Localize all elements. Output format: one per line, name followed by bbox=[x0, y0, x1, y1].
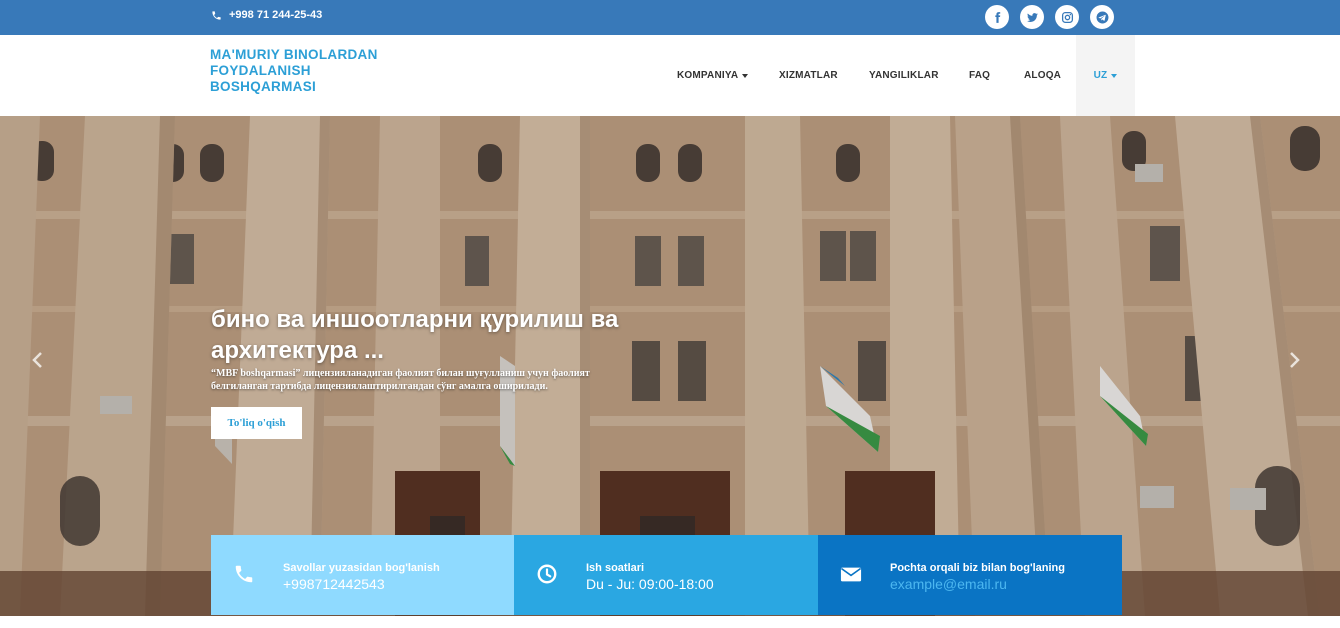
info-box-email-value[interactable]: example@email.ru bbox=[890, 576, 1007, 592]
clock-icon bbox=[537, 564, 557, 584]
info-box-hours-label: Ish soatlari bbox=[586, 562, 645, 574]
slider-prev-arrow[interactable] bbox=[28, 350, 48, 370]
language-selector[interactable]: UZ bbox=[1076, 35, 1135, 116]
nav-item-faq[interactable]: FAQ bbox=[969, 35, 990, 116]
chevron-left-icon bbox=[32, 352, 42, 368]
caret-down-icon bbox=[1111, 73, 1118, 78]
twitter-icon bbox=[1026, 12, 1038, 22]
facebook-link[interactable] bbox=[985, 5, 1009, 29]
main-header: MA'MURIY BINOLARDAN FOYDALANISH BOSHQARM… bbox=[0, 35, 1340, 116]
nav-item-kompaniya[interactable]: KOMPANIYA bbox=[677, 35, 749, 116]
twitter-link[interactable] bbox=[1020, 5, 1044, 29]
telegram-link[interactable] bbox=[1090, 5, 1114, 29]
instagram-link[interactable] bbox=[1055, 5, 1079, 29]
logo-line-1: MA'MURIY BINOLARDAN bbox=[210, 47, 378, 62]
info-box-email: Pochta orqali biz bilan bog'laning examp… bbox=[818, 535, 1122, 615]
envelope-icon bbox=[840, 567, 862, 582]
social-links bbox=[985, 5, 1114, 29]
caret-down-icon bbox=[742, 73, 749, 78]
hero-description: “MBF boshqarmasi” лицензияланадиган фаол… bbox=[211, 368, 590, 392]
hero-title: бино ва иншоотларни қурилиш ва архитекту… bbox=[211, 306, 619, 364]
info-box-contact-label: Savollar yuzasidan bog'lanish bbox=[283, 562, 440, 574]
nav-item-aloqa[interactable]: ALOQA bbox=[1024, 35, 1061, 116]
nav-item-xizmatlar[interactable]: XIZMATLAR bbox=[779, 35, 838, 116]
language-label: UZ bbox=[1093, 70, 1108, 81]
info-box-hours-value: Du - Ju: 09:00-18:00 bbox=[586, 576, 714, 592]
phone-icon bbox=[212, 10, 221, 20]
site-logo[interactable]: MA'MURIY BINOLARDAN FOYDALANISH BOSHQARM… bbox=[210, 47, 400, 95]
nav-item-xizmatlar-label: XIZMATLAR bbox=[779, 70, 838, 81]
info-box-contact-value[interactable]: +998712442543 bbox=[283, 576, 385, 592]
info-box-hours: Ish soatlari Du - Ju: 09:00-18:00 bbox=[514, 535, 818, 615]
info-box-email-label: Pochta orqali biz bilan bog'laning bbox=[890, 562, 1065, 574]
top-phone[interactable]: +998 71 244-25-43 bbox=[211, 9, 322, 21]
chevron-right-icon bbox=[1290, 352, 1300, 368]
nav-item-yangiliklar-label: YANGILIKLAR bbox=[869, 70, 939, 81]
logo-line-2: FOYDALANISH bbox=[210, 63, 311, 78]
top-phone-number: +998 71 244-25-43 bbox=[229, 9, 323, 21]
nav-item-faq-label: FAQ bbox=[969, 70, 991, 81]
read-more-button[interactable]: To'liq o'qish bbox=[211, 407, 302, 439]
phone-icon bbox=[235, 565, 253, 583]
slider-next-arrow[interactable] bbox=[1284, 350, 1304, 370]
logo-line-3: BOSHQARMASI bbox=[210, 79, 317, 94]
nav-item-kompaniya-label: KOMPANIYA bbox=[677, 70, 739, 81]
top-bar: +998 71 244-25-43 bbox=[0, 0, 1340, 35]
nav-item-aloqa-label: ALOQA bbox=[1024, 70, 1062, 81]
nav-item-yangiliklar[interactable]: YANGILIKLAR bbox=[869, 35, 939, 116]
telegram-icon bbox=[1096, 11, 1108, 23]
facebook-icon bbox=[994, 11, 1000, 23]
instagram-icon bbox=[1061, 11, 1073, 23]
info-box-contact: Savollar yuzasidan bog'lanish +998712442… bbox=[211, 535, 515, 615]
